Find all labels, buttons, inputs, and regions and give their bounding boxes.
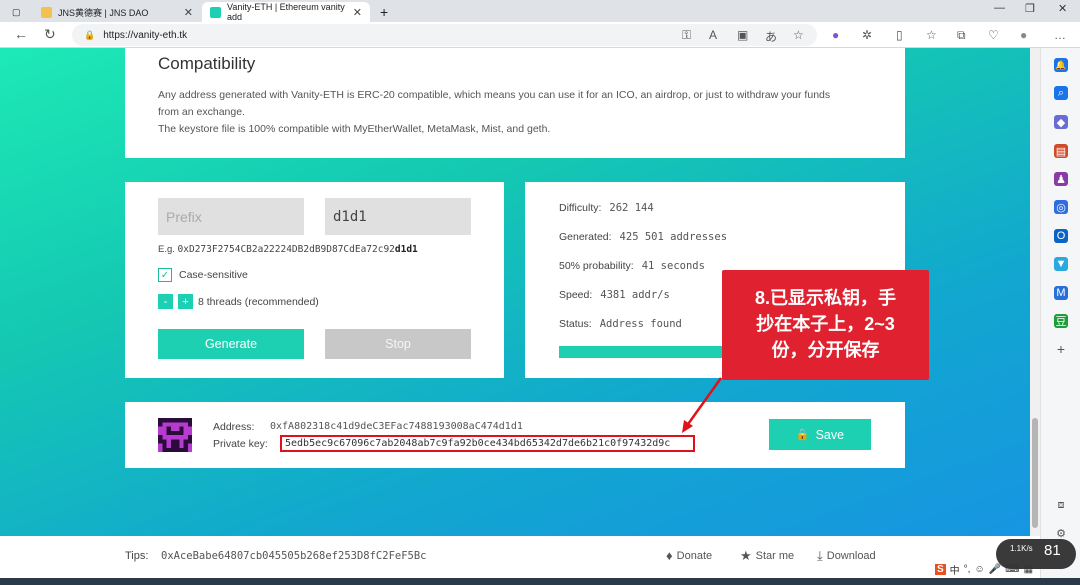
ime-toolbar: S 中 °, ☺ 🎤 ⌨ ▦ — [935, 562, 1033, 577]
app-icon[interactable]: ▣ — [737, 28, 748, 42]
m-app-icon[interactable]: M — [1054, 286, 1068, 300]
tab-title: Vanity-ETH | Ethereum vanity add — [226, 2, 345, 22]
browser-essentials-icon[interactable]: ♡ — [988, 28, 999, 42]
tools-icon[interactable]: ▤ — [1054, 144, 1068, 158]
close-tab-icon[interactable]: ✕ — [353, 6, 362, 19]
games-icon[interactable]: ♟ — [1054, 172, 1068, 186]
tab-actions-icon[interactable]: ▢ — [4, 2, 32, 22]
ime-mode-icon[interactable]: 中 — [950, 562, 960, 577]
tab-title: JNS黄德赛 | JNS DAO — [58, 7, 149, 18]
page-footer: Tips: 0xAceBabe64807cb045505b268ef253D8f… — [0, 536, 1040, 578]
read-aloud-icon[interactable]: A — [709, 28, 717, 42]
lock-icon: 🔒 — [84, 29, 96, 40]
search-icon[interactable]: ⌕ — [1054, 86, 1068, 100]
key-icon[interactable]: ⚿ — [682, 28, 691, 43]
annotation-callout: 8.已显示私钥，手 抄在本子上，2~3 份，分开保存 — [722, 270, 929, 380]
collections-icon[interactable]: ⧉ — [957, 28, 966, 43]
star-me-link[interactable]: ★ Star me — [740, 548, 794, 564]
net-speed: 1.1K/s — [1010, 544, 1033, 553]
favorites-icon[interactable]: ☆ — [926, 28, 937, 42]
scrollbar-thumb[interactable] — [1032, 418, 1038, 528]
new-tab-button[interactable]: + — [372, 2, 396, 22]
close-tab-icon[interactable]: ✕ — [184, 6, 193, 19]
restore-icon[interactable]: ❐ — [1025, 2, 1035, 15]
page-viewport: Compatibility Any address generated with… — [0, 48, 1030, 536]
refresh-icon[interactable]: ↻ — [44, 26, 56, 43]
star-icon: ★ — [740, 548, 752, 563]
url-text: https://vanity-eth.tk — [103, 29, 188, 41]
favorite-star-icon[interactable]: ☆ — [793, 28, 804, 42]
screenshot-icon[interactable]: ⧈ — [1054, 498, 1068, 512]
add-sidebar-app-icon[interactable]: + — [1054, 341, 1068, 357]
back-icon[interactable]: ← — [14, 26, 28, 42]
microsoft365-icon[interactable]: ◎ — [1054, 200, 1068, 214]
tab-vanity-eth[interactable]: Vanity-ETH | Ethereum vanity add ✕ — [202, 2, 370, 22]
extension-icon[interactable]: ● — [832, 28, 839, 42]
taskbar — [0, 578, 1080, 585]
download-link[interactable]: ⤓ Download — [817, 548, 876, 564]
close-window-icon[interactable]: ✕ — [1058, 2, 1067, 15]
profile-avatar-icon[interactable]: ● — [1020, 28, 1027, 42]
tips-address: 0xAceBabe64807cb045505b268ef253D8fC2FeF5… — [161, 550, 427, 562]
donate-label: Donate — [676, 549, 713, 562]
battery-percent: 81 — [1044, 542, 1061, 559]
ime-punct-icon[interactable]: °, — [964, 564, 971, 575]
address-bar: ← ↻ 🔒 https://vanity-eth.tk ⚿ A ▣ あ ☆ ● … — [0, 22, 1080, 48]
download-label: Download — [826, 550, 876, 562]
ethereum-icon: ♦ — [666, 548, 673, 563]
vanity-favicon-icon — [210, 6, 221, 18]
edge-sidebar: 🔔 ⌕ ◆ ▤ ♟ ◎ O ▼ M 豆 + ⧈ ⚙ — [1040, 48, 1080, 578]
donate-link[interactable]: ♦ Donate — [666, 548, 712, 563]
sidebar-settings-icon[interactable]: ⚙ — [1054, 526, 1068, 540]
url-field[interactable]: 🔒 https://vanity-eth.tk ⚿ A ▣ あ ☆ — [72, 24, 817, 46]
callout-line-3: 份，分开保存 — [771, 340, 880, 360]
jns-favicon-icon — [41, 6, 52, 18]
web-icon[interactable]: ▼ — [1054, 257, 1068, 271]
shopping-tag-icon[interactable]: ◆ — [1054, 115, 1068, 129]
extensions-icon[interactable]: ✲ — [862, 28, 872, 42]
callout-line-2: 抄在本子上，2~3 — [756, 314, 895, 334]
download-icon: ⤓ — [817, 548, 823, 563]
ime-skin-icon[interactable]: ▦ — [1024, 564, 1033, 575]
page-scrollbar[interactable] — [1030, 48, 1040, 536]
tab-bar: ▢ JNS黄德赛 | JNS DAO ✕ Vanity-ETH | Ethere… — [0, 0, 1080, 22]
ime-voice-icon[interactable]: 🎤 — [989, 564, 1001, 575]
star-label: Star me — [755, 550, 795, 562]
ime-emoji-icon[interactable]: ☺ — [974, 564, 984, 575]
tab-jns-dao[interactable]: JNS黄德赛 | JNS DAO ✕ — [33, 2, 201, 22]
callout-line-1: 8.已显示私钥，手 — [754, 288, 896, 308]
sogou-ime-icon[interactable]: S — [935, 564, 946, 575]
split-screen-icon[interactable]: ▯ — [896, 28, 903, 42]
ime-keyboard-icon[interactable]: ⌨ — [1005, 564, 1019, 575]
more-menu-icon[interactable]: … — [1054, 28, 1066, 42]
douban-icon[interactable]: 豆 — [1054, 314, 1068, 328]
notification-icon[interactable]: 🔔 — [1054, 58, 1068, 72]
tips-label: Tips: — [125, 550, 149, 562]
translate-icon[interactable]: あ — [765, 28, 777, 45]
outlook-icon[interactable]: O — [1054, 229, 1068, 243]
minimize-icon[interactable]: — — [994, 2, 1005, 14]
